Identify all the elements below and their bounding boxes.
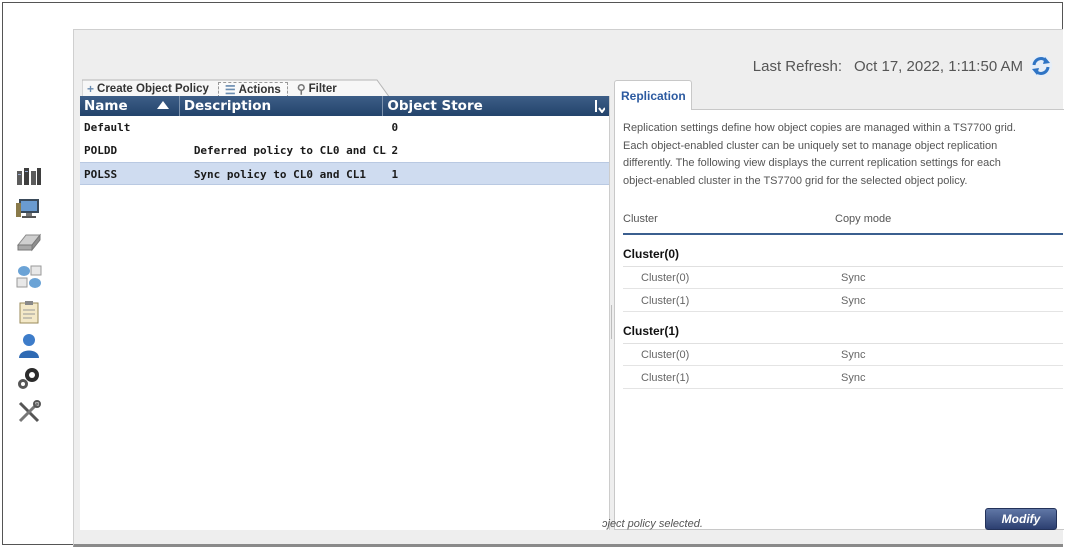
cell-description: Deferred policy to CL0 and CL1 xyxy=(193,144,388,157)
table-header: Name Description Object Store xyxy=(80,96,609,116)
row-copy-mode: Sync xyxy=(841,295,866,307)
tab-replication[interactable]: Replication xyxy=(614,80,692,110)
policy-table: Name Description Object Store Default 0 … xyxy=(80,96,610,530)
table-row[interactable]: POLDD Deferred policy to CL0 and CL1 2 xyxy=(80,139,609,162)
cluster-column-header: Cluster xyxy=(623,213,658,225)
replication-description: Replication settings define how object c… xyxy=(623,120,1063,190)
list-icon: ☰ xyxy=(224,83,236,97)
replication-content: Replication settings define how object c… xyxy=(614,109,1064,530)
cell-description: Sync policy to CL0 and CL1 xyxy=(193,168,366,181)
detail-panel: Replication Replication settings define … xyxy=(614,80,1064,530)
column-object-store-label: Object Store xyxy=(387,98,483,114)
column-name-label: Name xyxy=(84,98,128,114)
actions-label: Actions xyxy=(238,84,281,96)
settings-icon[interactable] xyxy=(15,365,43,391)
cluster-icon[interactable] xyxy=(15,163,43,189)
user-icon[interactable] xyxy=(15,333,43,359)
cell-description xyxy=(180,116,388,138)
storage-icon[interactable] xyxy=(15,229,43,255)
last-refresh-label: Last Refresh: xyxy=(752,57,842,75)
description-line: Replication settings define how object c… xyxy=(623,122,1016,134)
description-line: Each object-enabled cluster can be uniqu… xyxy=(623,139,998,152)
application-window: Last Refresh: Oct 17, 2022, 1:11:50 AM +… xyxy=(2,2,1064,547)
tools-icon[interactable] xyxy=(15,399,43,425)
row-copy-mode: Sync xyxy=(841,349,866,361)
column-description-label: Description xyxy=(183,98,272,114)
replication-column-headers: Cluster Copy mode xyxy=(623,213,1063,233)
description-line: differently. The following view displays… xyxy=(623,157,1001,169)
replication-row: Cluster(1) Sync xyxy=(623,367,1063,389)
table-toolbar: + Create Object Policy ☰ Actions ⚲ Filte… xyxy=(82,78,391,98)
refresh-icon[interactable] xyxy=(1029,54,1053,78)
replication-row: Cluster(1) Sync xyxy=(623,290,1063,312)
refresh-area: Last Refresh: Oct 17, 2022, 1:11:50 AM xyxy=(753,54,1053,78)
clipboard-icon[interactable] xyxy=(15,299,43,325)
table-row[interactable]: Default 0 xyxy=(80,116,609,139)
column-header-object-store[interactable]: Object Store xyxy=(383,96,609,116)
status-message: ɔject policy selected. xyxy=(602,518,703,530)
main-panel: Last Refresh: Oct 17, 2022, 1:11:50 AM +… xyxy=(73,29,1064,547)
replication-row: Cluster(0) Sync xyxy=(623,344,1063,366)
cell-object-store: 1 xyxy=(391,168,399,181)
group-title: Cluster(1) xyxy=(623,324,680,338)
replication-row: Cluster(0) Sync xyxy=(623,267,1063,289)
virtual-icon[interactable] xyxy=(15,263,43,289)
column-chooser-icon[interactable] xyxy=(593,99,605,113)
description-line: object-enabled cluster in the TS7700 gri… xyxy=(623,174,968,187)
last-refresh-value: Oct 17, 2022, 1:11:50 AM xyxy=(854,57,1023,75)
row-cluster: Cluster(0) xyxy=(641,349,690,361)
row-cluster: Cluster(0) xyxy=(641,272,690,284)
group-title: Cluster(0) xyxy=(623,247,680,261)
row-copy-mode: Sync xyxy=(841,372,866,384)
cell-name: POLSS xyxy=(84,168,118,181)
row-cluster: Cluster(1) xyxy=(641,295,690,307)
sort-ascending-icon xyxy=(156,101,169,109)
column-header-name[interactable]: Name xyxy=(80,96,180,116)
copy-mode-column-header: Copy mode xyxy=(835,213,892,225)
column-header-description[interactable]: Description xyxy=(180,96,384,116)
modify-button[interactable]: Modify xyxy=(985,508,1057,530)
cell-object-store: 0 xyxy=(391,121,399,134)
cell-object-store: 2 xyxy=(391,144,399,157)
row-cluster: Cluster(1) xyxy=(641,372,690,384)
table-row-selected[interactable]: POLSS Sync policy to CL0 and CL1 1 xyxy=(80,162,609,185)
cell-name: POLDD xyxy=(84,144,118,157)
monitor-icon[interactable] xyxy=(15,195,43,221)
panel-splitter[interactable] xyxy=(611,305,613,339)
cell-name: Default xyxy=(84,121,131,134)
row-copy-mode: Sync xyxy=(841,272,866,284)
header-divider xyxy=(623,233,1063,235)
